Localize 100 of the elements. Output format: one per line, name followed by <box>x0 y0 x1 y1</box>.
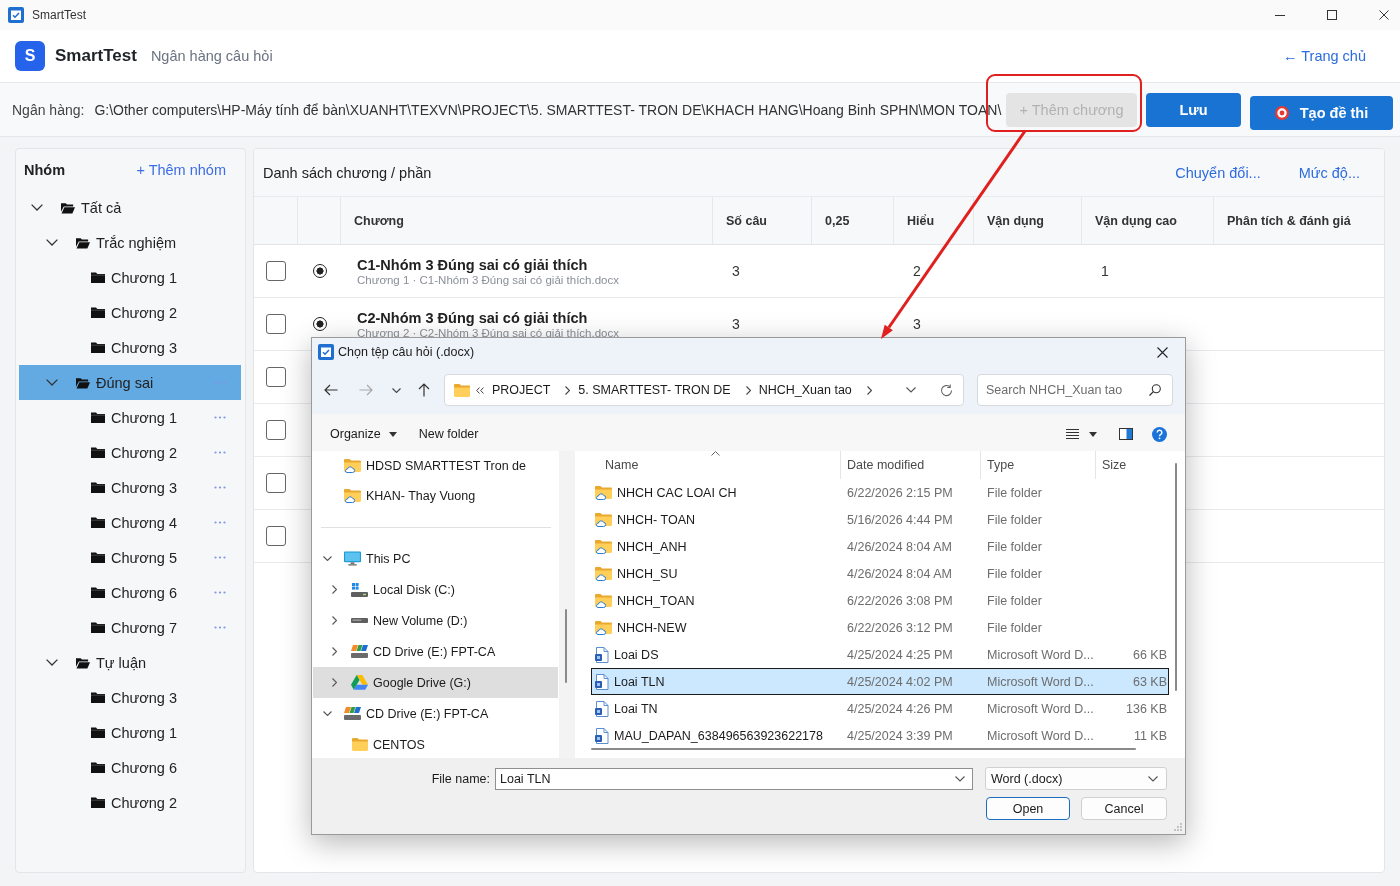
tree-item[interactable]: Đúng sai <box>19 365 241 400</box>
file-row[interactable]: Loai DS 4/25/2024 4:25 PM Microsoft Word D... 66 KB <box>591 641 1169 668</box>
tree-item[interactable]: Chương 2 <box>19 785 241 820</box>
nav-item[interactable]: KHAN- Thay Vuong <box>313 481 558 511</box>
file-row[interactable]: NHCH_ANH 4/26/2024 8:04 AM File folder <box>591 533 1169 560</box>
new-folder-button[interactable]: New folder <box>411 421 486 447</box>
refresh-icon[interactable] <box>940 383 953 397</box>
scrollbar-thumb[interactable] <box>565 609 567 683</box>
tree-item[interactable]: Chương 3 <box>19 680 241 715</box>
tree-item[interactable]: Chương 1 <box>19 400 241 435</box>
chevron-right-icon[interactable] <box>565 385 571 395</box>
tree-item[interactable]: Trắc nghiệm <box>19 225 241 260</box>
tree-item[interactable]: Chương 6 <box>19 575 241 610</box>
nav-item[interactable]: This PC <box>313 543 558 574</box>
nav-item[interactable]: CD Drive (E:) FPT-CA <box>313 698 558 729</box>
checkbox[interactable] <box>266 261 286 281</box>
preview-pane-icon[interactable] <box>1119 428 1133 440</box>
more-icon[interactable] <box>214 556 226 559</box>
nav-item[interactable]: Google Drive (G:) <box>313 667 558 698</box>
tree-item[interactable]: Chương 2 <box>19 435 241 470</box>
nav-item[interactable]: Local Disk (C:) <box>313 574 558 605</box>
column-header[interactable]: Name <box>591 451 840 479</box>
column-header[interactable]: Size <box>1095 451 1169 479</box>
chevron-down-icon[interactable] <box>322 556 332 561</box>
more-icon[interactable] <box>214 416 226 419</box>
file-row[interactable]: NHCH- TOAN 5/16/2026 4:44 PM File folder <box>591 506 1169 533</box>
arrow-left-icon <box>324 384 338 396</box>
checkbox[interactable] <box>266 367 286 387</box>
column-header[interactable]: Date modified <box>840 451 980 479</box>
cancel-button[interactable]: Cancel <box>1081 797 1167 820</box>
save-button[interactable]: Lưu <box>1146 92 1241 127</box>
more-icon[interactable] <box>214 591 226 594</box>
nav-item[interactable]: New Volume (D:) <box>313 605 558 636</box>
checkbox[interactable] <box>266 314 286 334</box>
file-row[interactable]: NHCH CAC LOAI CH 6/22/2026 2:15 PM File folder <box>591 479 1169 506</box>
chevron-down-icon[interactable] <box>322 711 332 716</box>
tree-item[interactable]: Chương 1 <box>19 715 241 750</box>
tree-item[interactable]: Chương 5 <box>19 540 241 575</box>
file-name-field[interactable]: Loai TLN <box>495 767 973 790</box>
list-view-icon[interactable] <box>1066 429 1079 439</box>
breadcrumb-item[interactable]: 5. SMARTTEST- TRON DE <box>578 383 731 397</box>
folder-icon <box>91 517 105 528</box>
file-row[interactable]: NHCH_SU 4/26/2024 8:04 AM File folder <box>591 560 1169 587</box>
checkbox[interactable] <box>266 420 286 440</box>
chevron-down-icon[interactable] <box>46 239 58 246</box>
tree-item[interactable]: Chương 7 <box>19 610 241 645</box>
add-group-link[interactable]: + Thêm nhóm <box>136 161 226 178</box>
open-button[interactable]: Open <box>986 797 1070 820</box>
chevron-down-icon[interactable] <box>906 387 916 393</box>
checkbox[interactable] <box>266 473 286 493</box>
radio-button[interactable] <box>312 264 327 278</box>
help-icon[interactable] <box>1152 426 1167 442</box>
more-icon[interactable] <box>214 521 226 524</box>
more-icon[interactable] <box>214 626 226 629</box>
file-row[interactable]: NHCH_TOAN 6/22/2026 3:08 PM File folder <box>591 587 1169 614</box>
chevron-right-icon[interactable] <box>331 647 337 656</box>
tree-item[interactable]: Chương 1 <box>19 260 241 295</box>
tree-item[interactable]: Chương 6 <box>19 750 241 785</box>
tree-item[interactable]: Chương 4 <box>19 505 241 540</box>
search-field[interactable]: Search NHCH_Xuan tao <box>977 374 1173 406</box>
chevron-down-icon[interactable] <box>31 204 43 211</box>
breadcrumb-item[interactable]: PROJECT <box>492 383 551 397</box>
nav-item[interactable]: CENTOS <box>313 729 558 758</box>
tree-item[interactable]: Chương 2 <box>19 295 241 330</box>
nav-item[interactable]: HDSD SMARTTEST Tron de <box>313 451 558 481</box>
chevron-right-icon[interactable] <box>331 616 337 625</box>
scrollbar-thumb[interactable] <box>591 748 1136 750</box>
nav-item[interactable]: CD Drive (E:) FPT-CA <box>313 636 558 667</box>
chevron-down-icon[interactable] <box>46 659 58 666</box>
chevron-right-icon[interactable] <box>331 678 337 687</box>
resize-grip-icon[interactable] <box>1174 823 1182 831</box>
convert-link[interactable]: Chuyển đổi... <box>1175 164 1261 181</box>
checkbox[interactable] <box>266 526 286 546</box>
address-bar[interactable]: PROJECT 5. SMARTTEST- TRON DE NHCH_Xuan tao <box>444 374 964 406</box>
home-link[interactable]: ← Trang chủ <box>1283 48 1366 64</box>
tree-item[interactable]: Chương 3 <box>19 330 241 365</box>
file-row[interactable]: NHCH-NEW 6/22/2026 3:12 PM File folder <box>591 614 1169 641</box>
breadcrumb-item[interactable]: NHCH_Xuan tao <box>758 383 852 397</box>
file-row[interactable]: MAU_DAPAN_638496563923622178 4/25/2024 3:39 PM Microsoft Word D... 11 KB <box>591 722 1169 749</box>
chevron-right-icon[interactable] <box>866 385 872 395</box>
chevron-down-icon[interactable] <box>46 379 58 386</box>
scrollbar-thumb[interactable] <box>1175 463 1177 691</box>
create-exam-button[interactable]: Tạo đề thi <box>1250 96 1393 130</box>
chevron-right-icon[interactable] <box>745 385 751 395</box>
caret-down-icon[interactable] <box>1089 431 1097 437</box>
file-type-dropdown[interactable]: Word (.docx) <box>985 767 1167 790</box>
radio-button[interactable] <box>312 317 327 331</box>
file-row[interactable]: Loai TN 4/25/2024 4:26 PM Microsoft Word D... 136 KB <box>591 695 1169 722</box>
file-row[interactable]: Loai TLN 4/25/2024 4:02 PM Microsoft Word D... 63 KB <box>591 668 1169 695</box>
organize-button[interactable]: Organize <box>323 421 404 447</box>
chevron-down-icon[interactable] <box>955 775 965 782</box>
tree-item[interactable]: Chương 3 <box>19 470 241 505</box>
more-icon[interactable] <box>214 486 226 489</box>
chevron-right-icon[interactable] <box>331 585 337 594</box>
more-icon[interactable] <box>214 451 226 454</box>
target-icon <box>1274 106 1289 120</box>
tree-item[interactable]: Tự luận <box>19 645 241 680</box>
tree-item[interactable]: Tất cả <box>19 190 241 225</box>
level-link[interactable]: Mức độ... <box>1298 164 1360 181</box>
column-header[interactable]: Type <box>980 451 1095 479</box>
